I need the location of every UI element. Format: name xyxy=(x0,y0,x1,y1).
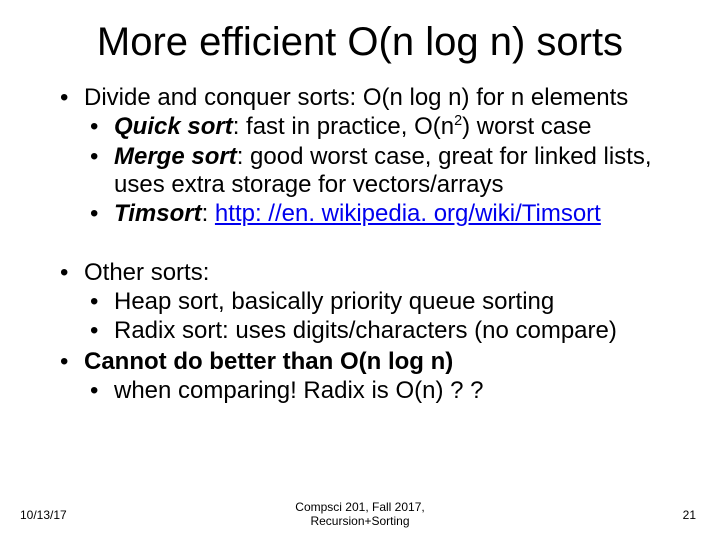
bullet-timsort: Timsort: http: //en. wikipedia. org/wiki… xyxy=(90,200,680,228)
label: Merge sort xyxy=(114,143,237,170)
text: Radix sort: uses digits/characters (no c… xyxy=(114,317,617,344)
bullet-quick-sort: Quick sort: fast in practice, O(n2) wors… xyxy=(90,113,680,141)
bullet-cannot-do-better: Cannot do better than O(n log n) xyxy=(60,348,680,376)
text: Cannot do better than O(n log n) xyxy=(84,348,453,375)
footer-page-number: 21 xyxy=(683,508,696,522)
text: when comparing! Radix is O(n) ? ? xyxy=(114,377,484,404)
bullet-divide-conquer: Divide and conquer sorts: O(n log n) for… xyxy=(60,84,680,112)
text: Divide and conquer sorts: O(n log n) for… xyxy=(84,84,628,111)
colon: : xyxy=(202,200,215,227)
text-a: : fast in practice, O(n xyxy=(233,113,454,140)
slide-title: More efficient O(n log n) sorts xyxy=(0,20,720,65)
text: Heap sort, basically priority queue sort… xyxy=(114,288,554,315)
spacer xyxy=(60,229,680,257)
text: Other sorts: xyxy=(84,259,209,286)
label: Quick sort xyxy=(114,113,233,140)
bullet-when-comparing: when comparing! Radix is O(n) ? ? xyxy=(90,377,680,405)
label: Timsort xyxy=(114,200,202,227)
bullet-radix-sort: Radix sort: uses digits/characters (no c… xyxy=(90,317,680,345)
text-b: ) worst case xyxy=(462,113,591,140)
timsort-link[interactable]: http: //en. wikipedia. org/wiki/Timsort xyxy=(215,200,601,227)
bullet-merge-sort: Merge sort: good worst case, great for l… xyxy=(90,143,680,200)
bullet-other-sorts: Other sorts: xyxy=(60,259,680,287)
slide-body: Divide and conquer sorts: O(n log n) for… xyxy=(60,82,680,405)
bullet-heap-sort: Heap sort, basically priority queue sort… xyxy=(90,288,680,316)
slide: More efficient O(n log n) sorts Divide a… xyxy=(0,0,720,540)
superscript: 2 xyxy=(454,113,462,129)
footer-center: Compsci 201, Fall 2017, Recursion+Sortin… xyxy=(0,500,720,528)
